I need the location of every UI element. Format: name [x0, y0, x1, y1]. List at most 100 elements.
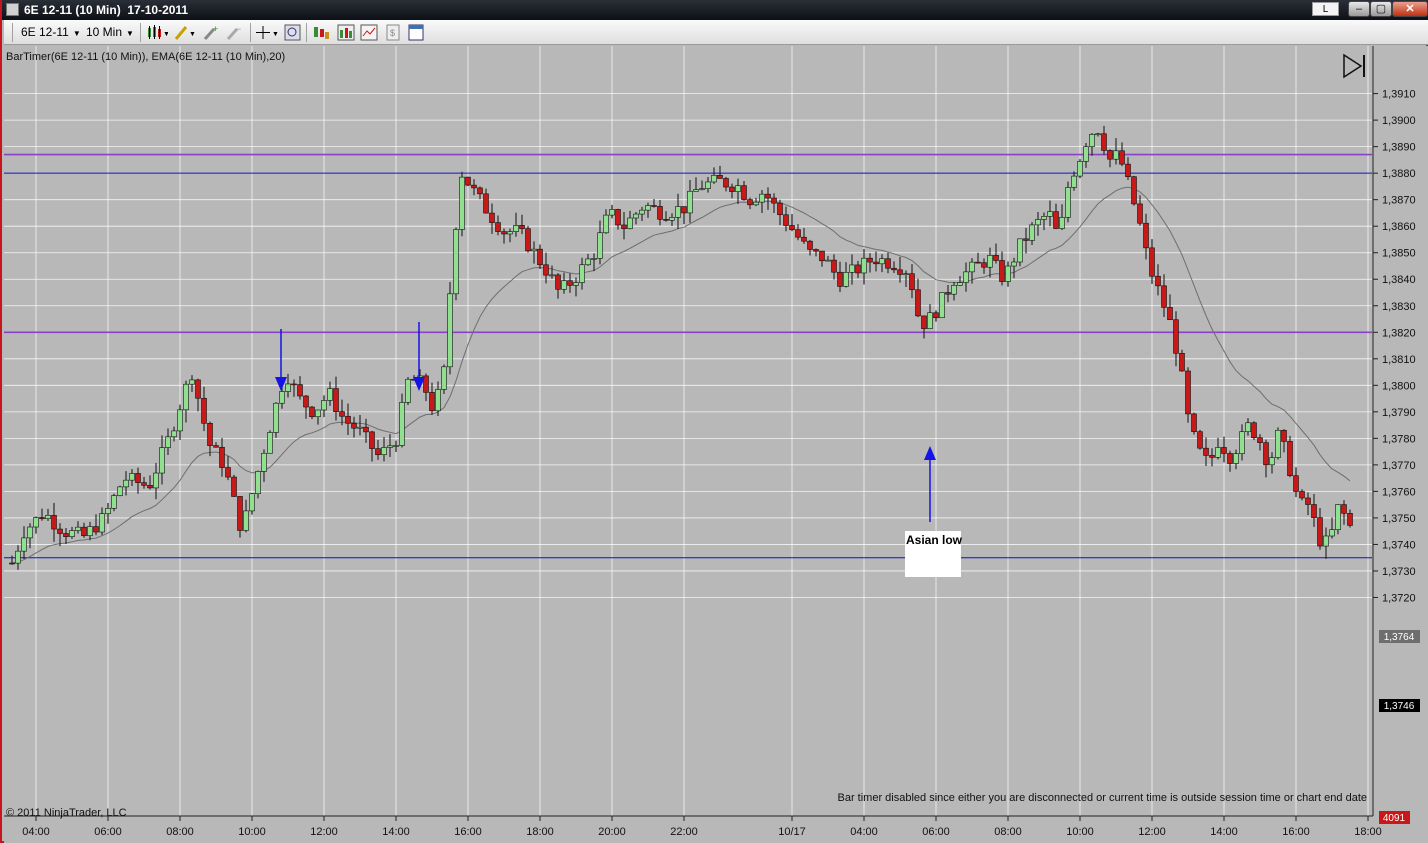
up-candle: [249, 493, 255, 512]
up-candle: [1041, 216, 1047, 220]
up-candle: [711, 174, 717, 183]
down-candle: [369, 431, 375, 449]
crosshair-icon[interactable]: ▼: [255, 24, 279, 41]
up-candle: [627, 217, 633, 229]
chart-panel[interactable]: 1,3910 1,3900 1,3890 1,3880 1,3870 1,3860 1,38…: [4, 46, 1428, 843]
candlestick-style-icon[interactable]: ▼: [146, 24, 168, 41]
up-candle: [1065, 187, 1071, 218]
chart-toolbar: 6E 12-11 ▼ 10 Min ▼ ▼ ▼ + − ▼ $: [4, 20, 1428, 45]
price-tick-label: 1,3900: [1382, 115, 1416, 127]
up-candle: [531, 248, 537, 252]
data-box-icon[interactable]: $: [384, 24, 402, 41]
up-candle: [1005, 265, 1011, 282]
down-candle: [345, 415, 351, 424]
down-candle: [813, 249, 819, 252]
volume-text: 4091: [1383, 813, 1406, 824]
minimize-button[interactable]: –: [1348, 1, 1370, 17]
up-candle: [573, 282, 579, 286]
bar-chart-icon[interactable]: [337, 24, 355, 41]
up-candle: [507, 231, 513, 235]
up-candle: [45, 515, 51, 519]
down-candle: [999, 260, 1005, 282]
time-tick-label: 12:00: [1138, 826, 1166, 838]
up-candle: [273, 402, 279, 433]
up-candle: [87, 526, 93, 537]
down-candle: [351, 422, 357, 429]
time-tick-label: 08:00: [166, 826, 194, 838]
chart-image-icon[interactable]: [360, 24, 378, 41]
down-candle: [543, 264, 549, 276]
strategies-icon[interactable]: [312, 24, 330, 41]
svg-text:▼: ▼: [272, 31, 279, 38]
zoom-icon[interactable]: [284, 24, 302, 41]
svg-text:+: +: [213, 24, 218, 34]
time-tick-label: 16:00: [454, 826, 482, 838]
down-candle: [945, 292, 951, 295]
down-candle: [9, 562, 15, 565]
up-candle: [597, 232, 603, 259]
down-candle: [783, 214, 789, 226]
remove-indicator-icon[interactable]: −: [226, 24, 244, 41]
down-candle: [885, 258, 891, 269]
up-candle: [165, 436, 171, 448]
instrument-selector[interactable]: 6E 12-11 ▼: [21, 23, 81, 42]
down-candle: [1149, 247, 1155, 277]
down-candle: [1263, 442, 1269, 466]
price-tick-label: 1,3770: [1382, 460, 1416, 472]
up-candle: [849, 264, 855, 273]
up-candle: [123, 479, 129, 488]
up-candle: [1083, 146, 1089, 162]
price-tick-label: 1,3720: [1382, 592, 1416, 604]
time-tick-label: 04:00: [22, 826, 50, 838]
price-tick-label: 1,3790: [1382, 407, 1416, 419]
down-candle: [1155, 275, 1161, 287]
price-tick-label: 1,3780: [1382, 433, 1416, 445]
down-candle: [741, 185, 747, 200]
maximize-button[interactable]: ▢: [1370, 1, 1392, 17]
down-candle: [723, 178, 729, 188]
interval-selector[interactable]: 10 Min ▼: [86, 23, 134, 42]
time-tick-label: 14:00: [382, 826, 410, 838]
chevron-down-icon: ▼: [126, 29, 134, 38]
up-candle: [21, 537, 27, 552]
down-candle: [819, 250, 825, 262]
up-candle: [927, 312, 933, 329]
drawing-pencil-icon[interactable]: ▼: [174, 24, 196, 41]
down-candle: [51, 515, 57, 530]
time-tick-label: 06:00: [922, 826, 950, 838]
close-button[interactable]: ✕: [1392, 1, 1428, 17]
up-candle: [903, 273, 909, 276]
up-candle: [1071, 175, 1077, 188]
down-candle: [555, 274, 561, 290]
down-candle: [993, 255, 999, 261]
down-candle: [1293, 475, 1299, 492]
up-candle: [441, 366, 447, 390]
time-tick-label: 20:00: [598, 826, 626, 838]
up-candle: [963, 271, 969, 283]
down-candle: [297, 384, 303, 397]
up-candle: [357, 426, 363, 429]
up-candle: [591, 258, 597, 260]
properties-icon[interactable]: [407, 24, 425, 41]
down-candle: [1191, 413, 1197, 432]
down-candle: [465, 176, 471, 186]
down-candle: [1185, 370, 1191, 415]
down-candle: [225, 467, 231, 478]
link-button[interactable]: L: [1312, 2, 1339, 16]
up-candle: [159, 447, 165, 474]
up-candle: [267, 432, 273, 454]
chart-window: 6E 12-11 (10 Min) 17-10-2011 L – ▢ ✕ 6E …: [0, 0, 1428, 843]
up-candle: [1035, 219, 1041, 226]
up-candle: [459, 176, 465, 230]
title-bar[interactable]: 6E 12-11 (10 Min) 17-10-2011 L – ▢ ✕: [2, 0, 1428, 20]
price-tick-label: 1,3910: [1382, 89, 1416, 101]
add-indicator-icon[interactable]: +: [203, 24, 221, 41]
time-tick-label: 18:00: [526, 826, 554, 838]
up-candle: [987, 255, 993, 268]
price-tick-label: 1,3850: [1382, 248, 1416, 260]
price-chart[interactable]: 1,3910 1,3900 1,3890 1,3880 1,3870 1,3860 1,38…: [4, 46, 1428, 843]
down-candle: [1317, 517, 1323, 547]
up-candle: [1215, 447, 1221, 458]
up-candle: [939, 292, 945, 319]
up-candle: [1089, 134, 1095, 147]
